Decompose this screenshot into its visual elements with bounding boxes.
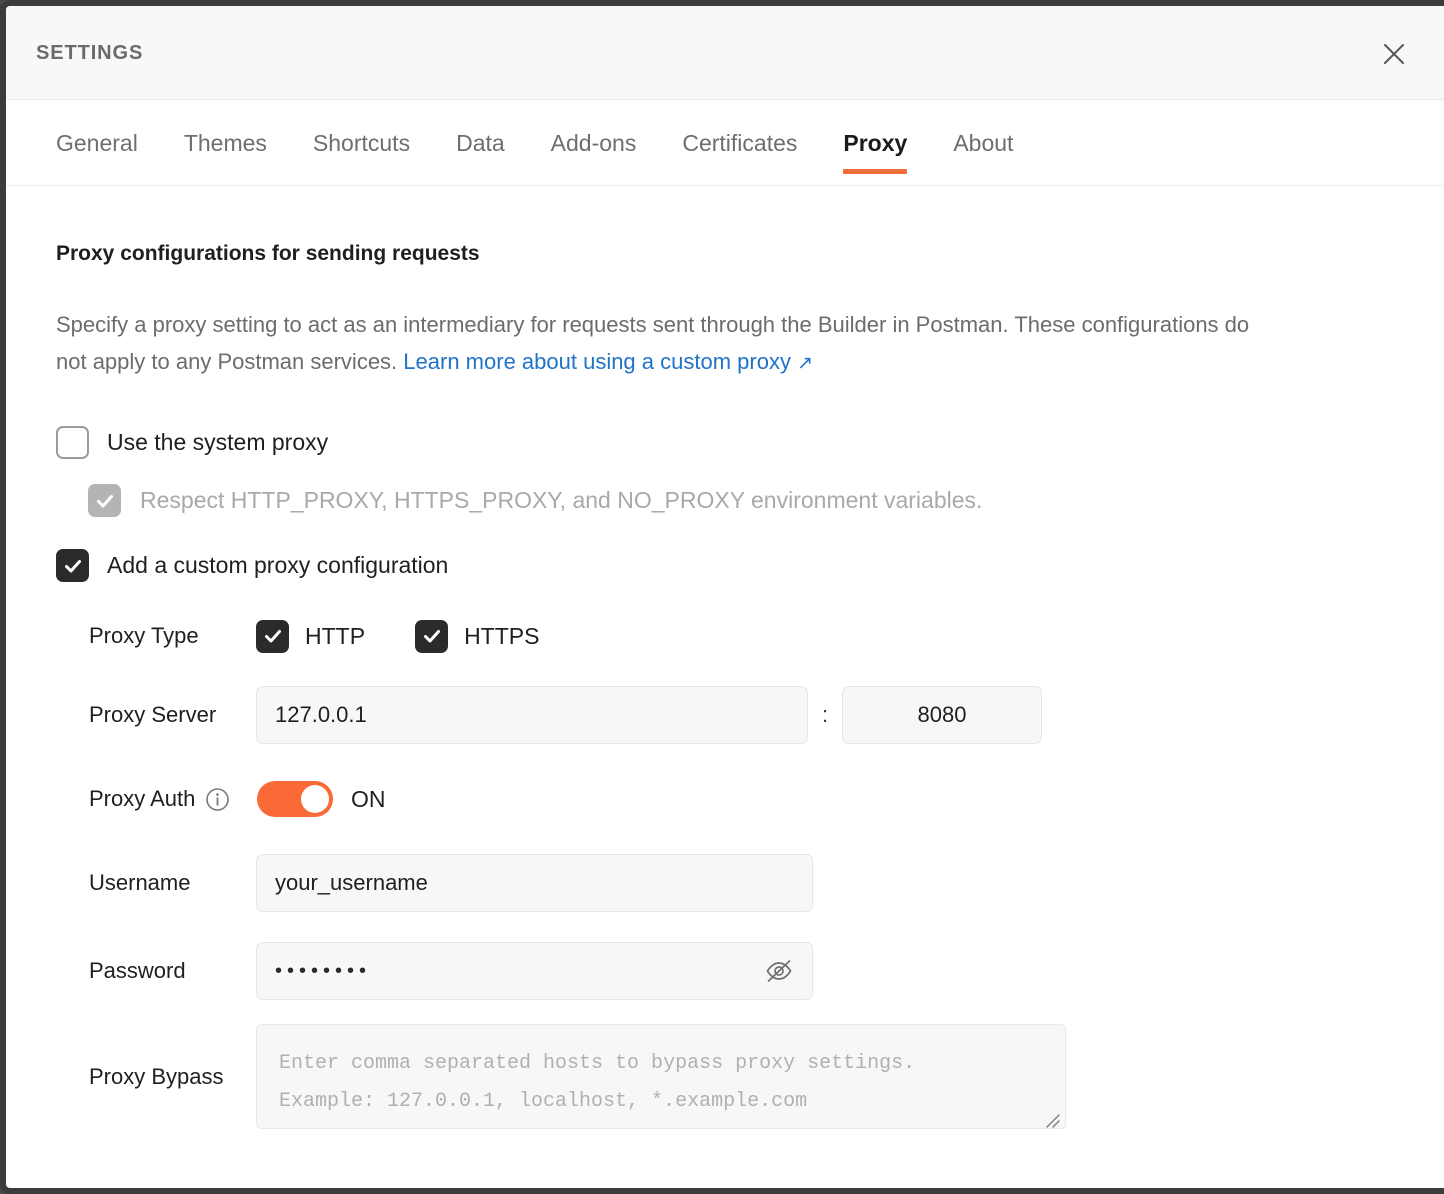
- proxy-server-controls: 127.0.0.1 : 8080: [256, 686, 1042, 744]
- custom-proxy-label: Add a custom proxy configuration: [107, 552, 448, 579]
- password-controls: ••••••••: [256, 942, 813, 1000]
- close-button[interactable]: [1374, 34, 1414, 74]
- use-system-proxy-checkbox[interactable]: [56, 426, 89, 459]
- proxy-settings-panel: Proxy configurations for sending request…: [6, 186, 1444, 1187]
- https-label: HTTPS: [464, 623, 539, 650]
- proxy-auth-toggle[interactable]: [257, 781, 333, 817]
- eye-off-icon[interactable]: [764, 956, 794, 986]
- proxy-bypass-textarea[interactable]: Enter comma separated hosts to bypass pr…: [256, 1024, 1066, 1129]
- proxy-server-label: Proxy Server: [56, 702, 256, 728]
- username-label: Username: [56, 870, 256, 896]
- https-checkbox[interactable]: [415, 620, 448, 653]
- proxy-host-input[interactable]: 127.0.0.1: [256, 686, 808, 744]
- proxy-type-http[interactable]: HTTP: [256, 620, 365, 653]
- password-label: Password: [56, 958, 256, 984]
- tab-add-ons[interactable]: Add-ons: [528, 100, 660, 155]
- proxy-auth-controls: ON: [256, 781, 386, 817]
- window-title: SETTINGS: [36, 42, 143, 65]
- proxy-bypass-placeholder-line2: Example: 127.0.0.1, localhost, *.example…: [279, 1083, 1043, 1121]
- use-system-proxy-row[interactable]: Use the system proxy: [56, 426, 1444, 459]
- tab-data[interactable]: Data: [433, 100, 528, 155]
- proxy-port-input[interactable]: 8080: [842, 686, 1042, 744]
- username-controls: your_username: [256, 854, 813, 912]
- use-system-proxy-label: Use the system proxy: [107, 429, 328, 456]
- http-checkbox[interactable]: [256, 620, 289, 653]
- toggle-knob: [301, 785, 329, 813]
- custom-proxy-row[interactable]: Add a custom proxy configuration: [56, 549, 1444, 582]
- tab-shortcuts[interactable]: Shortcuts: [290, 100, 433, 155]
- proxy-type-options: HTTP HTTPS: [256, 620, 539, 653]
- host-port-separator: :: [808, 702, 842, 728]
- tab-proxy[interactable]: Proxy: [820, 100, 930, 155]
- settings-tabs: General Themes Shortcuts Data Add-ons Ce…: [6, 100, 1444, 186]
- username-row: Username your_username: [56, 854, 1444, 912]
- resize-grip-icon[interactable]: [1043, 1106, 1061, 1124]
- proxy-bypass-row: Proxy Bypass Enter comma separated hosts…: [56, 1024, 1444, 1129]
- titlebar: SETTINGS: [6, 6, 1444, 100]
- proxy-bypass-label: Proxy Bypass: [56, 1064, 256, 1090]
- proxy-type-row: Proxy Type HTTP: [56, 608, 1444, 664]
- proxy-type-https[interactable]: HTTPS: [415, 620, 539, 653]
- proxy-form: Proxy Type HTTP: [56, 608, 1444, 1129]
- tab-general[interactable]: General: [33, 100, 161, 155]
- password-value: ••••••••: [275, 960, 371, 983]
- tab-certificates[interactable]: Certificates: [659, 100, 820, 155]
- proxy-auth-label-text: Proxy Auth: [89, 786, 195, 812]
- username-input[interactable]: your_username: [256, 854, 813, 912]
- learn-more-link[interactable]: Learn more about using a custom proxy ↗: [403, 349, 813, 374]
- tab-themes[interactable]: Themes: [161, 100, 290, 155]
- proxy-bypass-placeholder-line1: Enter comma separated hosts to bypass pr…: [279, 1045, 1043, 1083]
- close-icon: [1379, 39, 1409, 69]
- tab-about[interactable]: About: [930, 100, 1036, 155]
- external-link-icon: ↗: [797, 353, 813, 374]
- proxy-auth-state-label: ON: [351, 786, 386, 813]
- password-input[interactable]: ••••••••: [256, 942, 813, 1000]
- proxy-type-label: Proxy Type: [56, 623, 256, 649]
- proxy-server-row: Proxy Server 127.0.0.1 : 8080: [56, 686, 1444, 744]
- learn-more-label: Learn more about using a custom proxy: [403, 349, 791, 374]
- http-label: HTTP: [305, 623, 365, 650]
- proxy-bypass-controls: Enter comma separated hosts to bypass pr…: [256, 1024, 1066, 1129]
- settings-window: SETTINGS General Themes Shortcuts Data A…: [0, 0, 1444, 1194]
- proxy-auth-label: Proxy Auth: [56, 786, 256, 812]
- respect-env-vars-checkbox: [88, 484, 121, 517]
- respect-env-vars-row: Respect HTTP_PROXY, HTTPS_PROXY, and NO_…: [88, 484, 1444, 517]
- section-title: Proxy configurations for sending request…: [56, 186, 1444, 266]
- proxy-auth-row: Proxy Auth ON: [56, 771, 1444, 827]
- custom-proxy-checkbox[interactable]: [56, 549, 89, 582]
- respect-env-vars-label: Respect HTTP_PROXY, HTTPS_PROXY, and NO_…: [140, 487, 982, 514]
- password-row: Password ••••••••: [56, 942, 1444, 1000]
- info-icon[interactable]: [205, 787, 230, 812]
- section-description: Specify a proxy setting to act as an int…: [56, 266, 1256, 382]
